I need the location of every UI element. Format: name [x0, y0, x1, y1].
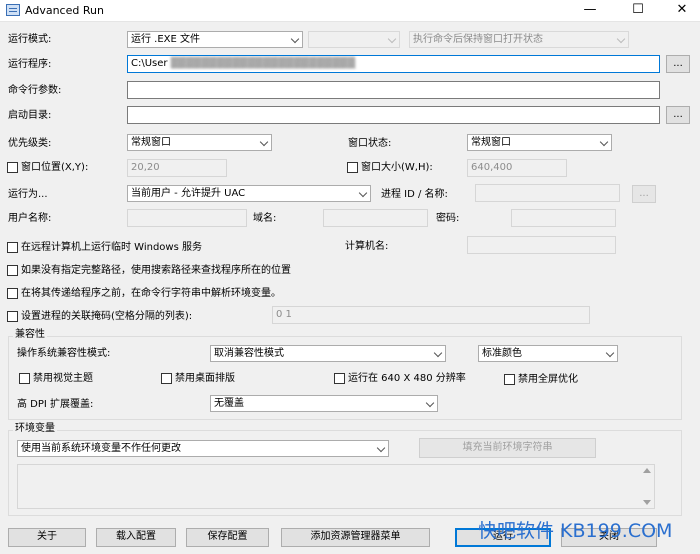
- redacted-path: ▒▒▒▒▒▒▒▒▒▒▒▒▒▒▒▒▒▒▒▒▒▒▒▒: [167, 58, 356, 69]
- title-bar: Advanced Run — ☐ ✕: [0, 0, 700, 22]
- chevron-down-icon: [616, 34, 626, 44]
- args-label: 命令行参数:: [8, 85, 62, 96]
- fill-env-button[interactable]: 填充当前环境字符串: [419, 438, 596, 458]
- dpi-value: 无覆盖: [214, 398, 244, 409]
- window-title: Advanced Run: [25, 4, 104, 17]
- chevron-down-icon: [358, 188, 368, 198]
- chevron-down-icon: [290, 34, 300, 44]
- password-input[interactable]: [511, 209, 616, 227]
- computer-name-label: 计算机名:: [345, 241, 389, 252]
- window-size-label: 窗口大小(W,H):: [361, 162, 433, 173]
- args-input[interactable]: [127, 81, 660, 99]
- affinity-checkbox[interactable]: [7, 311, 18, 322]
- run-640x480-checkbox[interactable]: [334, 373, 345, 384]
- window-size-input[interactable]: 640,400: [467, 159, 567, 177]
- domain-label: 域名:: [253, 213, 277, 224]
- process-browse-button[interactable]: ...: [632, 185, 656, 203]
- chevron-down-icon: [425, 398, 435, 408]
- window-state-label: 窗口状态:: [348, 138, 392, 149]
- env-group-title: 环境变量: [13, 423, 57, 435]
- window-size-checkbox[interactable]: [347, 162, 358, 173]
- compat-group-title: 兼容性: [13, 329, 47, 341]
- chevron-down-icon: [433, 348, 443, 358]
- disable-visual-themes-checkbox[interactable]: [19, 373, 30, 384]
- dpi-label: 高 DPI 扩展覆盖:: [17, 399, 94, 410]
- priority-label: 优先级类:: [8, 138, 52, 149]
- search-path-label: 如果没有指定完整路径，使用搜索路径来查找程序所在的位置: [21, 265, 291, 276]
- chevron-down-icon: [605, 348, 615, 358]
- program-browse-button[interactable]: ...: [666, 55, 690, 73]
- save-config-button[interactable]: 保存配置: [186, 528, 269, 547]
- close-window-button[interactable]: ✕: [660, 0, 700, 22]
- env-value: 使用当前系统环境变量不作任何更改: [21, 443, 181, 454]
- disable-visual-themes-label: 禁用视觉主题: [33, 373, 93, 384]
- start-dir-input[interactable]: [127, 106, 660, 124]
- color-mode-value: 标准颜色: [482, 348, 522, 359]
- minimize-button[interactable]: —: [568, 0, 612, 22]
- remote-service-checkbox[interactable]: [7, 242, 18, 253]
- run-mode-value: 运行 .EXE 文件: [131, 34, 201, 45]
- priority-value: 常规窗口: [131, 137, 171, 148]
- program-path-input[interactable]: C:\User ▒▒▒▒▒▒▒▒▒▒▒▒▒▒▒▒▒▒▒▒▒▒▒▒: [127, 55, 660, 73]
- program-label: 运行程序:: [8, 59, 52, 70]
- scroll-down-icon[interactable]: [643, 500, 651, 505]
- domain-input[interactable]: [323, 209, 428, 227]
- search-path-checkbox[interactable]: [7, 265, 18, 276]
- keep-window-value: 执行命令后保持窗口打开状态: [413, 34, 543, 45]
- color-mode-select[interactable]: 标准颜色: [478, 345, 618, 362]
- run-mode-secondary-select: [308, 31, 400, 48]
- chevron-down-icon: [599, 137, 609, 147]
- compat-os-select[interactable]: 取消兼容性模式: [210, 345, 446, 362]
- chevron-down-icon: [387, 34, 397, 44]
- compat-os-label: 操作系统兼容性模式:: [17, 348, 111, 359]
- disable-desktop-composition-checkbox[interactable]: [161, 373, 172, 384]
- window-state-value: 常规窗口: [471, 137, 511, 148]
- disable-fullscreen-opt-checkbox[interactable]: [504, 374, 515, 385]
- start-dir-label: 启动目录:: [8, 110, 52, 121]
- about-button[interactable]: 关于: [8, 528, 86, 547]
- window-pos-label: 窗口位置(X,Y):: [21, 162, 89, 173]
- scroll-up-icon[interactable]: [643, 468, 651, 473]
- process-id-input[interactable]: [475, 184, 620, 202]
- disable-desktop-composition-label: 禁用桌面排版: [175, 373, 235, 384]
- user-name-label: 用户名称:: [8, 213, 52, 224]
- disable-fullscreen-opt-label: 禁用全屏优化: [518, 374, 578, 385]
- compat-os-value: 取消兼容性模式: [214, 348, 284, 359]
- chevron-down-icon: [376, 443, 386, 453]
- parse-env-label: 在将其传递给程序之前，在命令行字符串中解析环境变量。: [21, 288, 281, 299]
- run-640x480-label: 运行在 640 X 480 分辨率: [348, 373, 466, 384]
- chevron-down-icon: [259, 137, 269, 147]
- window-state-select[interactable]: 常规窗口: [467, 134, 612, 151]
- window-pos-checkbox[interactable]: [7, 162, 18, 173]
- run-as-label: 运行为...: [8, 189, 48, 200]
- process-id-label: 进程 ID / 名称:: [381, 189, 448, 200]
- window-pos-input[interactable]: 20,20: [127, 159, 227, 177]
- dpi-select[interactable]: 无覆盖: [210, 395, 438, 412]
- program-path-value: C:\User: [131, 58, 168, 69]
- remote-service-label: 在远程计算机上运行临时 Windows 服务: [21, 242, 202, 253]
- env-textarea[interactable]: [17, 464, 655, 509]
- user-name-input[interactable]: [127, 209, 247, 227]
- affinity-input[interactable]: 0 1: [272, 306, 590, 324]
- add-explorer-menu-button[interactable]: 添加资源管理器菜单: [281, 528, 430, 547]
- computer-name-input[interactable]: [467, 236, 616, 254]
- run-mode-label: 运行模式:: [8, 34, 52, 45]
- keep-window-select: 执行命令后保持窗口打开状态: [409, 31, 629, 48]
- watermark: 快吧软件 KB199.COM: [478, 520, 673, 542]
- maximize-button[interactable]: ☐: [616, 0, 660, 22]
- env-select[interactable]: 使用当前系统环境变量不作任何更改: [17, 440, 389, 457]
- start-dir-browse-button[interactable]: ...: [666, 106, 690, 124]
- run-as-select[interactable]: 当前用户 - 允许提升 UAC: [127, 185, 371, 202]
- password-label: 密码:: [436, 213, 460, 224]
- parse-env-checkbox[interactable]: [7, 288, 18, 299]
- run-as-value: 当前用户 - 允许提升 UAC: [131, 188, 246, 199]
- app-icon: [6, 4, 20, 16]
- priority-select[interactable]: 常规窗口: [127, 134, 272, 151]
- load-config-button[interactable]: 载入配置: [96, 528, 176, 547]
- affinity-label: 设置进程的关联掩码(空格分隔的列表):: [21, 311, 193, 322]
- run-mode-select[interactable]: 运行 .EXE 文件: [127, 31, 303, 48]
